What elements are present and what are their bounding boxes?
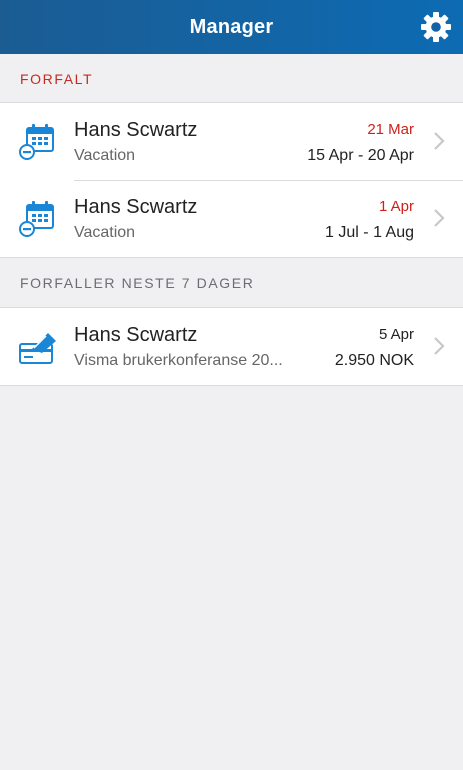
- settings-button[interactable]: [419, 10, 453, 44]
- request-type: Vacation: [74, 224, 136, 241]
- page-title: Manager: [189, 15, 274, 38]
- navigation-bar: Manager: [0, 0, 463, 54]
- date-range: 15 Apr - 20 Apr: [307, 147, 414, 164]
- chevron-right-icon: [434, 132, 445, 150]
- list-item[interactable]: Hans Scwartz Visma brukerkonferanse 20..…: [0, 308, 463, 385]
- due-date: 1 Apr: [378, 198, 414, 215]
- employee-name: Hans Scwartz: [74, 324, 198, 346]
- calendar-minus-icon: [19, 124, 54, 160]
- due-date: 21 Mar: [367, 121, 414, 138]
- upcoming-list: Hans Scwartz Visma brukerkonferanse 20..…: [0, 307, 463, 386]
- employee-name: Hans Scwartz: [74, 119, 198, 141]
- gear-icon: [421, 12, 451, 42]
- request-type: Vacation: [74, 147, 136, 164]
- expense-amount: 2.950 NOK: [334, 352, 414, 369]
- list-item[interactable]: Hans Scwartz Vacation 21 Mar 15 Apr - 20…: [0, 103, 463, 180]
- overdue-list: Hans Scwartz Vacation 21 Mar 15 Apr - 20…: [0, 102, 463, 258]
- chevron-right-icon: [434, 337, 445, 355]
- date-range: 1 Jul - 1 Aug: [325, 224, 414, 241]
- section-header-upcoming: FORFALLER NESTE 7 DAGER: [0, 258, 463, 308]
- calendar-minus-icon: [19, 201, 54, 237]
- section-header-label: FORFALT: [20, 70, 94, 87]
- employee-name: Hans Scwartz: [74, 196, 198, 218]
- expense-description: Visma brukerkonferanse 20...: [74, 352, 283, 369]
- list-item[interactable]: Hans Scwartz Vacation 1 Apr 1 Jul - 1 Au…: [0, 180, 463, 257]
- section-header-label: FORFALLER NESTE 7 DAGER: [20, 275, 255, 291]
- chevron-right-icon: [434, 209, 445, 227]
- expense-card-icon: [19, 333, 56, 364]
- section-header-overdue: FORFALT: [0, 54, 463, 103]
- due-date: 5 Apr: [378, 326, 414, 343]
